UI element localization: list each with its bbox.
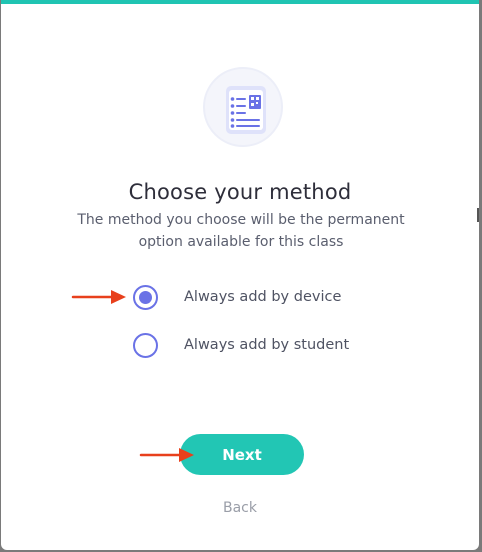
dialog-top-accent-bar <box>1 0 479 4</box>
device-qr-list-icon <box>203 67 283 147</box>
red-arrow-icon <box>139 448 194 462</box>
option-label: Always add by device <box>184 289 342 305</box>
dialog-title: Choose your method <box>128 180 352 204</box>
backdrop: Choose your method The method you choose… <box>0 0 482 552</box>
radio-button-selected[interactable] <box>133 284 158 310</box>
back-link[interactable]: Back <box>1 500 479 516</box>
scroll-edge-indicator <box>477 208 479 222</box>
dialog-subtitle: The method you choose will be the perman… <box>77 212 405 250</box>
red-arrow-icon <box>71 290 126 304</box>
option-label: Always add by student <box>184 337 350 353</box>
next-button[interactable]: Next <box>180 434 304 475</box>
option-add-by-device[interactable]: Always add by device <box>133 284 341 310</box>
radio-button[interactable] <box>133 332 158 358</box>
option-add-by-student[interactable]: Always add by student <box>133 332 349 358</box>
choose-method-dialog: Choose your method The method you choose… <box>1 0 479 550</box>
